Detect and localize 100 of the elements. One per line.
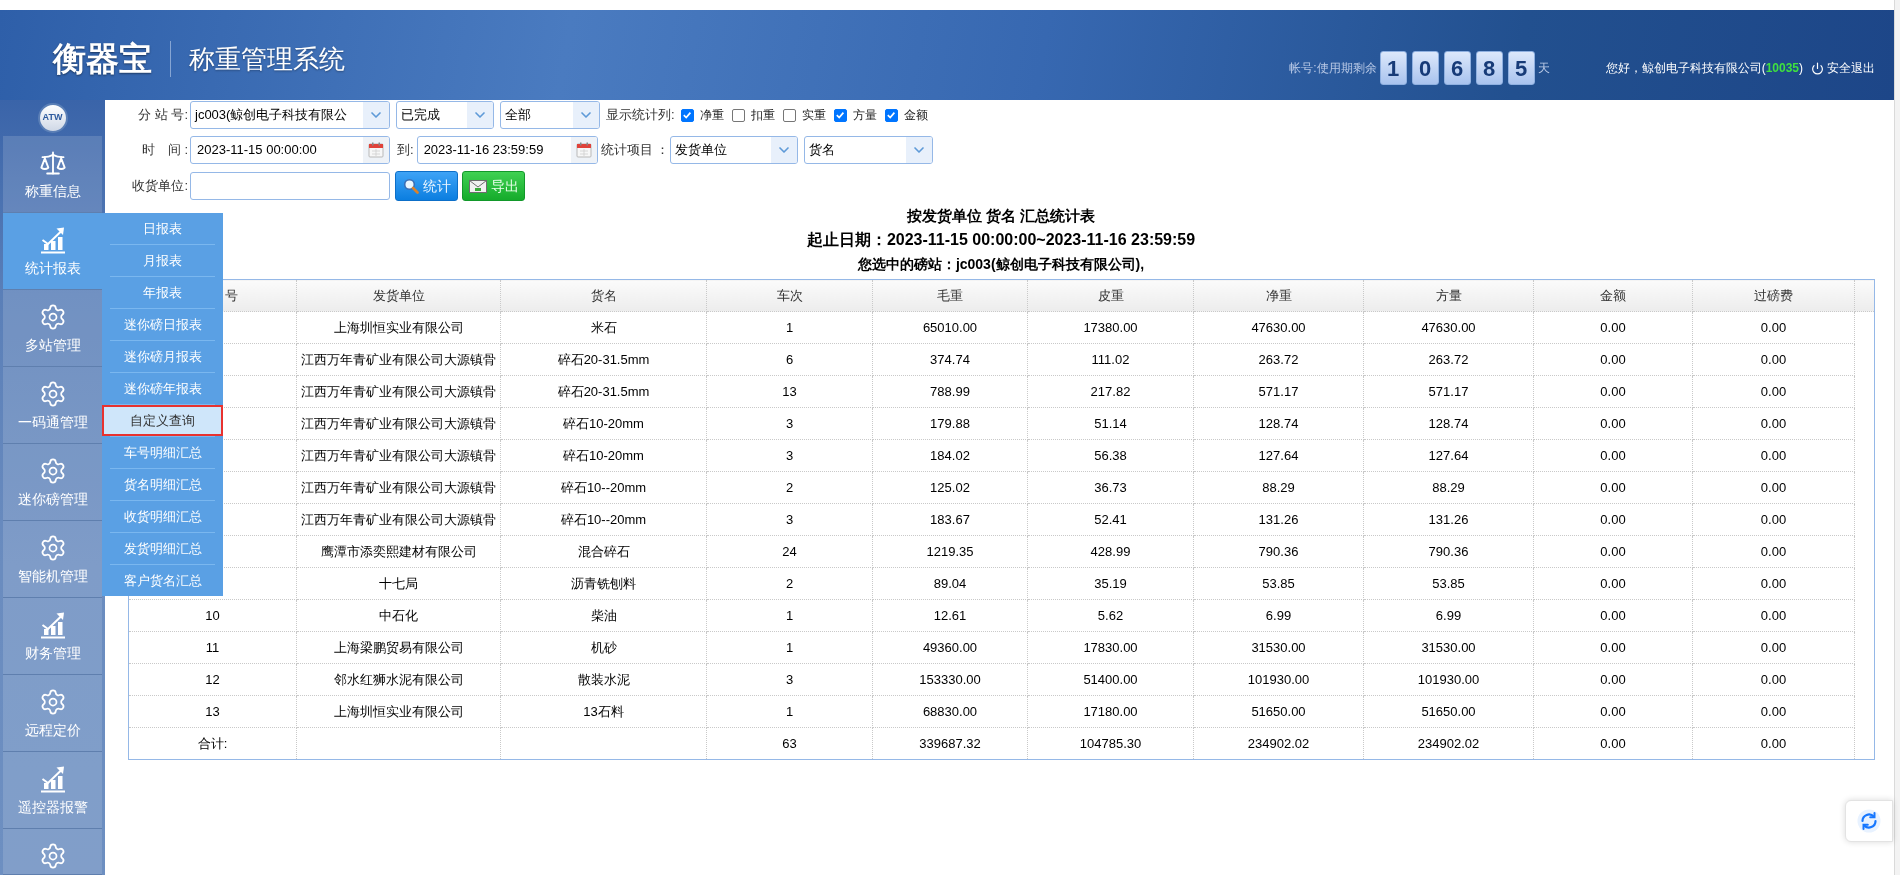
export-button[interactable]: 导出 [462, 171, 525, 201]
table-cell: 128.74 [1193, 407, 1364, 440]
sidebar-item[interactable]: 迷你磅管理 [3, 444, 102, 521]
bar-chart-icon [38, 611, 67, 639]
submenu-item[interactable]: 收货明细汇总 [102, 501, 223, 532]
table-cell: 571.17 [1363, 375, 1534, 408]
submenu-item[interactable]: 迷你磅日报表 [102, 309, 223, 340]
logo-text: 衡器宝 [53, 39, 152, 79]
checkbox[interactable] [884, 108, 898, 122]
submenu-item[interactable]: 自定义查询 [102, 405, 223, 436]
statistics-button[interactable]: 统计 [395, 171, 458, 201]
logout-link[interactable]: 安全退出 [1827, 59, 1875, 77]
table-cell: 68830.00 [872, 695, 1028, 728]
bar-chart-icon [38, 765, 67, 793]
sidebar-item[interactable]: 一码通管理 [3, 367, 102, 444]
table-cell: 江西万年青矿业有限公司大源镇骨 [296, 343, 501, 376]
station-select[interactable]: jc003(鲸创电子科技有限公 [190, 101, 390, 129]
receiver-input[interactable] [190, 172, 390, 200]
sidebar-item[interactable]: 多站管理 [3, 290, 102, 367]
table-cell: 13 [128, 695, 297, 728]
digit-tile: 0 [1411, 51, 1439, 85]
group-by-select[interactable]: 发货单位 [670, 136, 799, 164]
submenu-item[interactable]: 货名明细汇总 [102, 469, 223, 500]
scope-select[interactable]: 全部 [500, 101, 600, 129]
sidebar-item[interactable] [3, 829, 102, 875]
table-cell: 0.00 [1692, 375, 1855, 408]
table-cell: 153330.00 [872, 663, 1028, 696]
table-cell: 0.00 [1533, 727, 1693, 760]
datetime-field[interactable]: 2023-11-15 00:00:00 [190, 136, 390, 164]
chevron-down-icon [771, 137, 798, 163]
status-select[interactable]: 已完成 [396, 101, 494, 129]
table-cell: 56.38 [1027, 439, 1194, 472]
bar-chart-icon [38, 226, 67, 254]
submenu-item[interactable]: 车号明细汇总 [102, 437, 223, 468]
table-cell: 0.00 [1692, 695, 1855, 728]
sidebar-item[interactable]: 称重信息 [3, 136, 102, 213]
submenu-item[interactable]: 月报表 [102, 245, 223, 276]
table-cell: 104785.30 [1027, 727, 1194, 760]
submenu-item[interactable]: 迷你磅月报表 [102, 341, 223, 372]
remaining-label: 帐号:使用期剩余 [1289, 60, 1377, 77]
submenu-item[interactable]: 客户货名汇总 [102, 565, 223, 596]
field-label: 收货单位: [132, 177, 188, 196]
table-cell: 35.19 [1027, 567, 1194, 600]
table-cell: 0.00 [1692, 439, 1855, 472]
table-cell: 5.62 [1027, 599, 1194, 632]
table-cell: 11 [128, 631, 297, 664]
table-cell: 6 [706, 343, 873, 376]
table-cell: 碎石10--20mm [500, 503, 707, 536]
checkbox[interactable] [782, 108, 796, 122]
table-cell: 234902.02 [1193, 727, 1364, 760]
table-cell: 上海梁鹏贸易有限公司 [296, 631, 501, 664]
checkbox[interactable] [833, 108, 847, 122]
table-cell: 51.14 [1027, 407, 1194, 440]
digit-tile: 5 [1507, 51, 1535, 85]
table-cell: 65010.00 [872, 311, 1028, 344]
sidebar-item[interactable]: 智能机管理 [3, 521, 102, 598]
table-cell: 571.17 [1193, 375, 1364, 408]
table-cell: 10 [128, 599, 297, 632]
submenu-item[interactable]: 日报表 [102, 213, 223, 244]
table-cell: 1 [706, 599, 873, 632]
table-cell: 0.00 [1692, 631, 1855, 664]
table-cell: 1 [706, 631, 873, 664]
table-cell: 0.00 [1692, 535, 1855, 568]
power-icon[interactable] [1811, 61, 1824, 75]
sidebar-item[interactable]: 遥控器报警 [3, 752, 102, 829]
table-cell: 24 [706, 535, 873, 568]
table-cell: 0.00 [1533, 407, 1693, 440]
field-label: 时 间 : [141, 141, 188, 160]
table-cell: 234902.02 [1363, 727, 1534, 760]
assistant-button[interactable] [1845, 800, 1893, 842]
submenu-item[interactable]: 发货明细汇总 [102, 533, 223, 564]
column-header: 货名 [500, 279, 707, 312]
sidebar-item[interactable]: 统计报表 [3, 213, 102, 290]
system-title: 称重管理系统 [189, 43, 345, 76]
table-cell: 江西万年青矿业有限公司大源镇骨 [296, 375, 501, 408]
table-cell: 12.61 [872, 599, 1028, 632]
table-cell: 0.00 [1692, 503, 1855, 536]
table-cell: 碎石10-20mm [500, 439, 707, 472]
table-cell: 3 [706, 407, 873, 440]
table-cell: 89.04 [872, 567, 1028, 600]
column-header: 过磅费 [1692, 279, 1855, 312]
table-cell: 3 [706, 439, 873, 472]
table-cell: 0.00 [1692, 407, 1855, 440]
table-cell: 中石化 [296, 599, 501, 632]
submenu-item[interactable]: 迷你磅年报表 [102, 373, 223, 404]
datetime-field[interactable]: 2023-11-16 23:59:59 [416, 136, 598, 164]
table-cell: 0.00 [1533, 343, 1693, 376]
table-cell: 131.26 [1193, 503, 1364, 536]
checkbox[interactable] [731, 108, 745, 122]
sidebar-item[interactable]: 远程定价 [3, 675, 102, 752]
group-by-select[interactable]: 货名 [804, 136, 934, 164]
user-greeting: 您好，鲸创电子科技有限公司(10035) [1605, 60, 1803, 77]
table-cell: 上海圳恒实业有限公司 [296, 311, 501, 344]
logo-badge: ATW [37, 103, 68, 133]
checkbox-label: 实重 [801, 107, 826, 124]
circular-arrows-icon [1857, 809, 1881, 833]
checkbox[interactable] [680, 108, 694, 122]
table-cell: 127.64 [1193, 439, 1364, 472]
sidebar-item[interactable]: 财务管理 [3, 598, 102, 675]
table-cell: 0.00 [1533, 695, 1693, 728]
